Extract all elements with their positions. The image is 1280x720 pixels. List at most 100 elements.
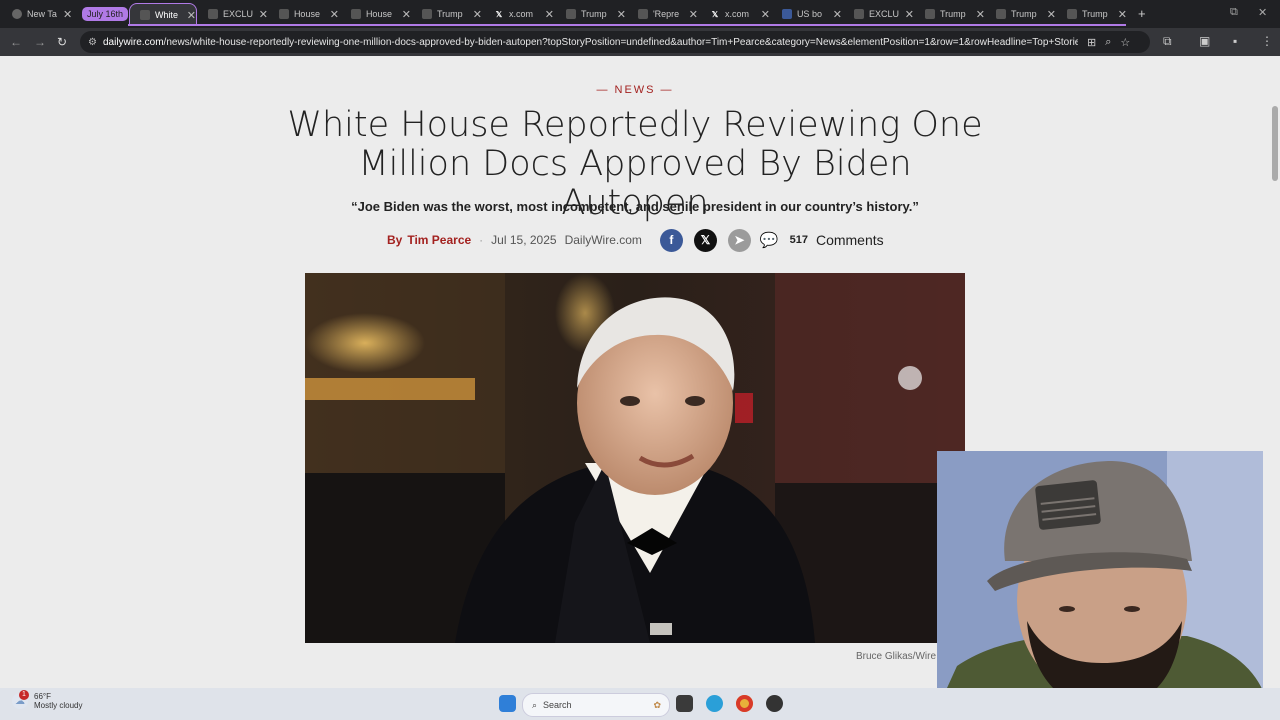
address-bar[interactable]: ⚙ dailywire.com/news/white-house-reporte… xyxy=(80,31,1150,53)
new-tab-button[interactable]: + xyxy=(1138,6,1146,21)
windows-start-icon[interactable] xyxy=(499,695,516,712)
tab-label: Trump xyxy=(939,9,966,19)
back-icon[interactable]: ← xyxy=(10,35,22,49)
tab[interactable]: House ✕ xyxy=(269,3,339,25)
install-app-icon[interactable]: ⊞ xyxy=(1087,36,1096,49)
tab-label: New Tab xyxy=(27,9,57,19)
tab[interactable]: 𝕏 x.com ✕ xyxy=(484,3,554,25)
weather-text: 66°F Mostly cloudy xyxy=(34,692,82,710)
close-icon[interactable]: ✕ xyxy=(761,8,770,21)
scrollbar[interactable] xyxy=(1270,56,1280,688)
url-text[interactable]: dailywire.com/news/white-house-reportedl… xyxy=(103,37,1078,48)
menu-icon[interactable]: ⋮ xyxy=(1261,34,1273,48)
notification-badge: 1 xyxy=(19,690,29,700)
url-path: /news/white-house-reportedly-reviewing-o… xyxy=(163,36,1078,48)
close-window-icon[interactable]: ✕ xyxy=(1258,6,1267,19)
tab[interactable]: Trump ✕ xyxy=(1057,3,1127,25)
task-view-icon[interactable] xyxy=(676,695,693,712)
close-icon[interactable]: ✕ xyxy=(187,9,196,22)
close-icon[interactable]: ✕ xyxy=(1118,8,1127,21)
author-link[interactable]: Tim Pearce xyxy=(407,233,471,247)
taskbar: ☁ 1 66°F Mostly cloudy ⌕ Search ✿ xyxy=(0,688,1280,720)
byline-prefix: By xyxy=(387,233,403,247)
side-panel-icon[interactable]: ▣ xyxy=(1199,34,1210,48)
taskbar-search[interactable]: ⌕ Search ✿ xyxy=(522,693,670,717)
tab-label: Trump xyxy=(436,9,463,19)
tab-label: House xyxy=(365,9,392,19)
app-icon[interactable] xyxy=(766,695,783,712)
tab[interactable]: 'Repre ✕ xyxy=(628,3,698,25)
site-icon xyxy=(996,9,1006,19)
tab-group-chip[interactable]: July 16th xyxy=(82,7,129,21)
tab-label: House xyxy=(293,9,320,19)
facebook-share-icon[interactable]: f xyxy=(659,228,683,252)
site-icon xyxy=(422,9,432,19)
comments-icon[interactable]: 💬 xyxy=(760,231,779,249)
weather-widget[interactable]: ☁ 1 66°F Mostly cloudy xyxy=(12,690,82,710)
tab[interactable]: Trump ✕ xyxy=(915,3,985,25)
tab-active[interactable]: White House ✕ xyxy=(129,3,197,26)
extensions-icon[interactable]: ⧉ xyxy=(1163,34,1172,49)
restore-icon[interactable]: ⧉ xyxy=(1230,6,1238,19)
close-icon[interactable]: ✕ xyxy=(63,8,72,21)
x-share-icon[interactable]: 𝕏 xyxy=(693,228,717,252)
profile-icon[interactable]: ▪ xyxy=(1233,34,1237,48)
browser-toolbar: ← → ↻ ⚙ dailywire.com/news/white-house-r… xyxy=(0,28,1280,56)
tab[interactable]: EXCLU ✕ xyxy=(844,3,914,25)
article-photo-art xyxy=(305,273,965,643)
comments-link[interactable]: Comments xyxy=(816,232,884,248)
tab-new-tab[interactable]: New Tab ✕ xyxy=(2,3,78,25)
bookmark-star-icon[interactable]: ☆ xyxy=(1120,36,1130,49)
reload-icon[interactable]: ↻ xyxy=(57,35,67,49)
site-icon xyxy=(208,9,218,19)
site-icon xyxy=(279,9,289,19)
close-icon[interactable]: ✕ xyxy=(473,8,482,21)
comment-count[interactable]: 517 xyxy=(790,234,808,246)
site-icon xyxy=(782,9,792,19)
byline: By Tim Pearce · Jul 15, 2025 DailyWire.c… xyxy=(387,228,884,252)
close-icon[interactable]: ✕ xyxy=(259,8,268,21)
tab[interactable]: EXCLUSIVE ✕ xyxy=(198,3,268,25)
chrome-icon[interactable] xyxy=(736,695,753,712)
telegram-share-icon[interactable]: ➤ xyxy=(727,228,751,252)
section-label[interactable]: — NEWS — xyxy=(0,84,1270,96)
close-icon[interactable]: ✕ xyxy=(330,8,339,21)
tab[interactable]: Trump ✕ xyxy=(556,3,626,25)
site-icon xyxy=(1067,9,1077,19)
tab-group-underline xyxy=(128,24,1126,26)
site-icon xyxy=(925,9,935,19)
url-domain: dailywire.com xyxy=(102,36,164,48)
tab[interactable]: Trump ✕ xyxy=(412,3,482,25)
tab[interactable]: Trump ✕ xyxy=(986,3,1056,25)
close-icon[interactable]: ✕ xyxy=(833,8,842,21)
tab[interactable]: US bo ✕ xyxy=(772,3,842,25)
close-icon[interactable]: ✕ xyxy=(905,8,914,21)
close-icon[interactable]: ✕ xyxy=(617,8,626,21)
close-icon[interactable]: ✕ xyxy=(689,8,698,21)
separator: · xyxy=(479,233,484,247)
webcam-overlay xyxy=(937,451,1263,710)
site-icon xyxy=(351,9,361,19)
forward-icon[interactable]: → xyxy=(34,35,46,49)
site-icon xyxy=(566,9,576,19)
tab-label: x.com xyxy=(724,9,749,19)
tab-label: x.com xyxy=(508,9,533,19)
close-icon[interactable]: ✕ xyxy=(545,8,554,21)
scrollbar-thumb[interactable] xyxy=(1272,106,1278,181)
photo-credit: Bruce Glikas/Wire xyxy=(855,651,936,662)
dailywire-icon xyxy=(140,10,150,20)
edge-icon[interactable] xyxy=(706,695,723,712)
tab[interactable]: House ✕ xyxy=(341,3,411,25)
tab[interactable]: 𝕏 x.com ✕ xyxy=(700,3,770,25)
tab-label: 'Repre xyxy=(652,9,680,19)
close-icon[interactable]: ✕ xyxy=(976,8,985,21)
search-highlight-icon: ✿ xyxy=(653,699,661,710)
close-icon[interactable]: ✕ xyxy=(402,8,411,21)
cloud-icon: ☁ 1 xyxy=(12,690,29,709)
tab-label: EXCLU xyxy=(868,9,899,19)
tab-label: Trump xyxy=(580,9,607,19)
site-info-icon[interactable]: ⚙ xyxy=(88,37,97,48)
close-icon[interactable]: ✕ xyxy=(1047,8,1056,21)
x-icon: 𝕏 xyxy=(495,9,503,19)
zoom-icon[interactable]: ⌕ xyxy=(1105,36,1111,49)
